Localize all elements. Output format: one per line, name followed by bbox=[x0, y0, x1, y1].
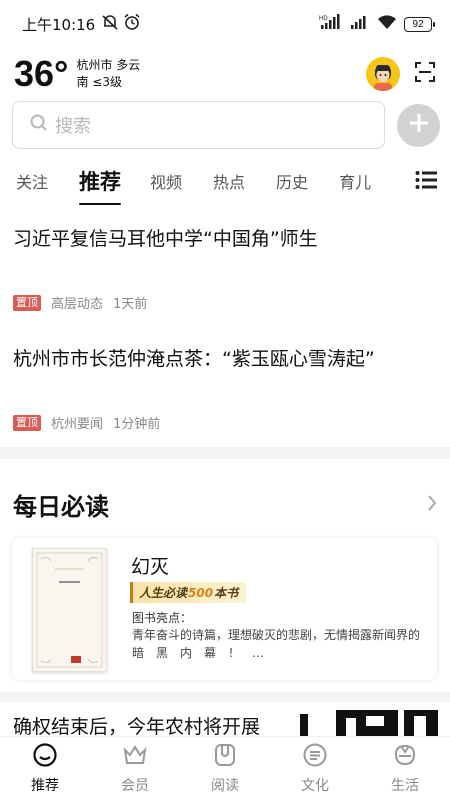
pinned-badge: 置顶 bbox=[13, 414, 41, 431]
city-condition: 杭州市 多云 bbox=[76, 58, 141, 72]
nav-recommend[interactable]: 推荐 bbox=[0, 737, 90, 800]
daily-header[interactable]: 每日必读 bbox=[13, 487, 438, 522]
book-cover bbox=[32, 548, 107, 672]
channel-menu-icon[interactable] bbox=[415, 170, 437, 194]
book-title: 幻灭 bbox=[131, 556, 170, 578]
pinned-badge: 置顶 bbox=[13, 294, 41, 311]
tab-parenting[interactable]: 育儿 bbox=[339, 169, 371, 193]
news-title[interactable]: 确权结束后，今年农村将开展 bbox=[13, 712, 260, 739]
nav-label: 会员 bbox=[121, 778, 149, 794]
book-card[interactable]: 幻灭 人生必读 500 本书 图书亮点： 青年奋斗的诗篇，理想破灭的悲剧，无情揭露新… bbox=[12, 538, 437, 680]
book-badge: 人生必读 500 本书 bbox=[130, 582, 247, 603]
tab-history[interactable]: 历史 bbox=[276, 169, 308, 193]
mute-icon bbox=[101, 14, 119, 34]
wifi-icon bbox=[377, 14, 397, 34]
news-time: 1天前 bbox=[113, 297, 148, 312]
nav-label: 推荐 bbox=[31, 778, 59, 794]
temperature[interactable]: 36° bbox=[14, 56, 68, 92]
book-icon bbox=[212, 742, 238, 772]
signal-icon bbox=[350, 14, 370, 34]
section-title: 每日必读 bbox=[13, 493, 109, 521]
avatar[interactable] bbox=[366, 57, 400, 91]
weather-info[interactable]: 杭州市 多云 南 ≤3级 bbox=[76, 57, 140, 91]
status-time: 上午10:16 bbox=[22, 15, 96, 34]
search-icon bbox=[29, 113, 49, 137]
news-source: 高层动态 bbox=[51, 297, 104, 312]
search-placeholder: 搜索 bbox=[55, 116, 91, 137]
news-title: 习近平复信马耳他中学“中国角”师生 bbox=[13, 228, 318, 250]
nav-reading[interactable]: 阅读 bbox=[180, 737, 270, 800]
nav-label: 阅读 bbox=[211, 778, 239, 794]
news-source: 杭州要闻 bbox=[51, 417, 104, 432]
battery-icon: 92 bbox=[404, 16, 435, 32]
weather-row: 36° 杭州市 多云 南 ≤3级 bbox=[0, 50, 450, 98]
section-divider bbox=[0, 447, 450, 459]
nav-member[interactable]: 会员 bbox=[90, 737, 180, 800]
news-title: 杭州市市长范仲淹点茶：“紫玉瓯心雪涛起” bbox=[13, 348, 375, 370]
book-description: 青年奋斗的诗篇，理想破灭的悲剧，无情揭露新闻界的 暗 黑 内 幕 ！ … bbox=[132, 628, 433, 660]
book-highlight-label: 图书亮点： bbox=[132, 611, 193, 625]
search-row: 搜索 bbox=[12, 101, 440, 149]
life-icon bbox=[392, 742, 418, 772]
channel-tabs: 关注 推荐 视频 热点 历史 育儿 bbox=[0, 160, 450, 205]
recommend-icon bbox=[32, 742, 58, 772]
hd-signal-icon: HD bbox=[319, 14, 343, 34]
plus-icon bbox=[408, 112, 430, 138]
nav-culture[interactable]: 文化 bbox=[270, 737, 360, 800]
nav-life[interactable]: 生活 bbox=[360, 737, 450, 800]
section-divider bbox=[0, 692, 450, 702]
add-button[interactable] bbox=[397, 103, 440, 147]
chevron-right-icon[interactable] bbox=[426, 493, 438, 517]
wind-info: 南 ≤3级 bbox=[76, 75, 122, 89]
tab-recommend[interactable]: 推荐 bbox=[79, 166, 122, 205]
tab-hot[interactable]: 热点 bbox=[213, 169, 245, 193]
scan-icon[interactable] bbox=[414, 61, 436, 87]
nav-label: 文化 bbox=[301, 778, 329, 794]
bottom-nav: 推荐 会员 阅读 文化 生活 bbox=[0, 736, 450, 800]
search-input[interactable]: 搜索 bbox=[12, 101, 385, 149]
news-time: 1分钟前 bbox=[113, 417, 161, 432]
news-item[interactable]: 杭州市市长范仲淹点茶：“紫玉瓯心雪涛起” 置顶 杭州要闻 1分钟前 bbox=[13, 344, 438, 432]
status-bar: 上午10:16 HD 92 bbox=[0, 0, 450, 48]
tab-video[interactable]: 视频 bbox=[150, 169, 182, 193]
news-item[interactable]: 习近平复信马耳他中学“中国角”师生 置顶 高层动态 1天前 bbox=[13, 224, 438, 312]
culture-icon bbox=[302, 742, 328, 772]
svg-text:HD: HD bbox=[319, 16, 328, 22]
crown-icon bbox=[122, 742, 148, 772]
alarm-icon bbox=[123, 13, 141, 35]
tab-follow[interactable]: 关注 bbox=[16, 169, 48, 193]
nav-label: 生活 bbox=[391, 778, 419, 794]
